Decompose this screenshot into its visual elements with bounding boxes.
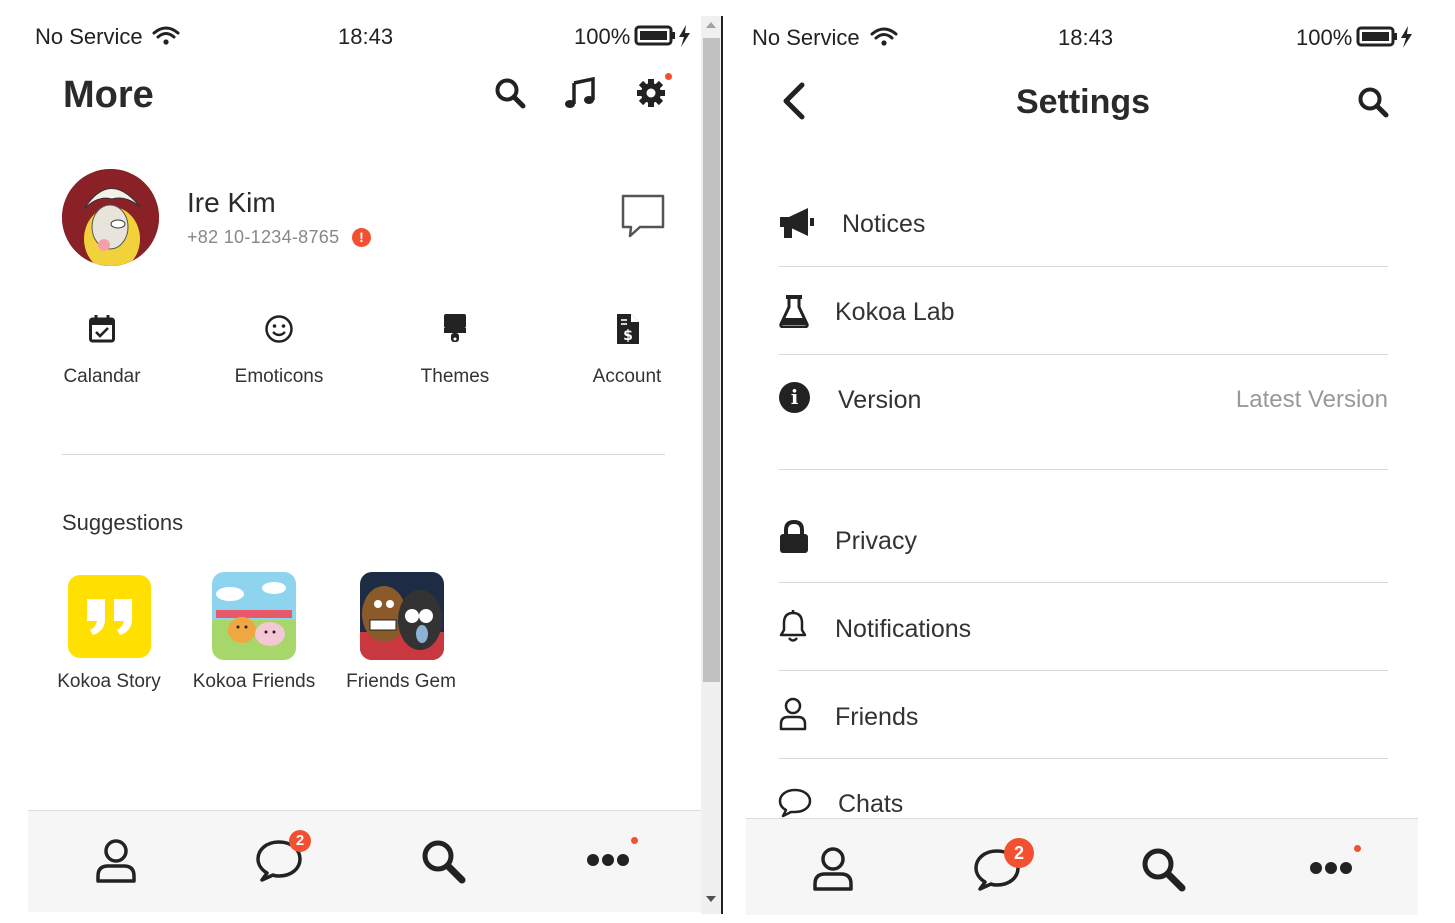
friends-gem-app-icon[interactable] xyxy=(360,572,444,660)
setting-label-version: Version xyxy=(838,386,922,414)
suggestion-label-friends-gem[interactable]: Friends Gem xyxy=(336,671,466,693)
bell-icon xyxy=(779,610,807,644)
gear-icon[interactable] xyxy=(635,77,667,109)
row-divider xyxy=(779,670,1388,671)
chat-count-badge: 2 xyxy=(1004,838,1034,868)
user-icon xyxy=(779,697,807,731)
back-chevron-icon[interactable] xyxy=(780,82,806,120)
tab-search-icon[interactable] xyxy=(1140,846,1186,892)
page-title: More xyxy=(63,74,154,116)
setting-label-chats: Chats xyxy=(838,790,904,818)
kokoa-friends-app-icon[interactable] xyxy=(212,572,296,660)
quick-action-label-account[interactable]: Account xyxy=(567,366,687,388)
row-divider xyxy=(779,354,1388,355)
clock-label: 18:43 xyxy=(1058,25,1114,50)
tab-search-icon[interactable] xyxy=(420,838,466,884)
tab-more-dots-icon[interactable] xyxy=(1309,860,1353,876)
info-circle-icon: i xyxy=(779,382,810,413)
scroll-down-arrow-icon[interactable] xyxy=(706,896,716,902)
quick-action-label-calendar[interactable]: Calandar xyxy=(42,366,162,388)
setting-label-kokoa-lab: Kokoa Lab xyxy=(835,298,955,326)
search-icon[interactable] xyxy=(494,77,526,109)
calendar-check-icon[interactable] xyxy=(88,314,116,344)
music-icon[interactable] xyxy=(564,77,596,109)
profile-phone: +82 10-1234-8765 xyxy=(187,227,340,247)
version-value: Latest Version xyxy=(1235,386,1388,413)
chat-count-badge: 2 xyxy=(289,830,311,852)
scroll-up-arrow-icon[interactable] xyxy=(706,22,716,28)
invoice-icon[interactable]: $ xyxy=(615,313,641,345)
setting-label-privacy: Privacy xyxy=(835,527,917,555)
suggestions-title: Suggestions xyxy=(62,510,184,535)
profile-name: Ire Kim xyxy=(187,187,276,218)
smiley-icon[interactable] xyxy=(264,314,294,344)
setting-label-friends: Friends xyxy=(835,703,919,731)
battery-percent: 100% xyxy=(574,24,631,49)
row-divider xyxy=(779,266,1388,267)
setting-label-notices: Notices xyxy=(842,210,926,238)
wifi-icon xyxy=(152,26,180,46)
battery-icon xyxy=(1356,25,1416,49)
battery-percent: 100% xyxy=(1296,25,1353,50)
lock-icon xyxy=(779,520,809,554)
scrollbar-thumb[interactable] xyxy=(703,38,720,682)
quick-action-label-themes[interactable]: Themes xyxy=(395,366,515,388)
row-divider xyxy=(779,758,1388,759)
paint-brush-icon[interactable] xyxy=(442,313,468,345)
megaphone-icon xyxy=(778,206,816,240)
suggestion-label-kokoa-story[interactable]: Kokoa Story xyxy=(49,671,169,693)
chat-bubble-icon xyxy=(778,788,812,818)
more-notification-dot xyxy=(1354,845,1361,852)
kokoa-story-app-icon[interactable] xyxy=(68,575,151,658)
suggestion-label-kokoa-friends[interactable]: Kokoa Friends xyxy=(189,671,319,693)
svg-text:$: $ xyxy=(623,328,633,344)
setting-label-notifications: Notifications xyxy=(835,615,972,643)
section-divider xyxy=(62,454,665,455)
page-title: Settings xyxy=(1015,83,1151,121)
avatar[interactable] xyxy=(62,169,159,266)
tab-friends-user-icon[interactable] xyxy=(812,846,854,892)
tab-friends-user-icon[interactable] xyxy=(95,838,137,884)
chat-profile-icon[interactable] xyxy=(620,193,666,239)
clock-label: 18:43 xyxy=(338,24,394,49)
carrier-label: No Service xyxy=(752,25,860,50)
tab-more-dots-icon[interactable] xyxy=(586,852,630,868)
screen-separator xyxy=(721,16,723,914)
flask-icon xyxy=(779,294,809,328)
settings-notification-dot xyxy=(665,73,672,80)
battery-icon xyxy=(634,24,694,48)
section-divider xyxy=(779,469,1388,470)
row-divider xyxy=(779,582,1388,583)
wifi-icon xyxy=(870,27,898,47)
carrier-label: No Service xyxy=(35,24,143,49)
more-notification-dot xyxy=(631,837,638,844)
search-icon[interactable] xyxy=(1357,86,1389,118)
warning-icon: ! xyxy=(352,228,371,247)
quick-action-label-emoticons[interactable]: Emoticons xyxy=(219,366,339,388)
